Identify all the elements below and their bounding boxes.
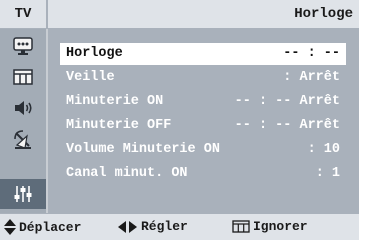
- menu-item-label: Horloge: [66, 46, 123, 61]
- menu-item-minuterie-on[interactable]: Minuterie ON -- : -- Arrêt: [60, 91, 346, 113]
- footer-help-bar: Déplacer Régler Ignorer: [0, 214, 359, 240]
- speaker-icon[interactable]: [0, 93, 46, 123]
- menu-item-value: -- : --: [283, 46, 340, 61]
- menu-item-value: : 10: [307, 142, 340, 157]
- hint-exit-label: Ignorer: [253, 219, 308, 234]
- picture-icon[interactable]: [0, 31, 46, 61]
- source-label: TV: [0, 0, 46, 28]
- hint-exit: Ignorer: [232, 219, 308, 234]
- satellite-antenna-icon[interactable]: [0, 124, 46, 154]
- menu-item-canal-minut-on[interactable]: Canal minut. ON : 1: [60, 163, 346, 185]
- page-title: Horloge: [48, 0, 359, 28]
- menu-item-value: : Arrêt: [283, 70, 340, 85]
- menu-item-veille[interactable]: Veille : Arrêt: [60, 67, 346, 89]
- setup-sliders-icon[interactable]: [0, 179, 46, 209]
- hint-move-label: Déplacer: [19, 219, 82, 235]
- hint-adjust-label: Régler: [141, 219, 188, 234]
- menu-item-volume-minuterie-on[interactable]: Volume Minuterie ON : 10: [60, 139, 346, 161]
- menu-item-value: : 1: [315, 166, 340, 181]
- exit-button-icon: [232, 220, 250, 233]
- menu-item-horloge[interactable]: Horloge -- : --: [60, 43, 346, 65]
- left-right-arrows-icon: [118, 220, 137, 233]
- menu-item-label: Veille: [66, 70, 115, 85]
- hint-move: Déplacer: [4, 219, 81, 235]
- sound-bars-icon[interactable]: [0, 62, 46, 92]
- osd-menu: TV Horloge Horloge --: -- Veille: Arrê…: [0, 0, 359, 240]
- menu-item-label: Canal minut. ON: [66, 166, 188, 181]
- menu-item-value: -- : -- Arrêt: [234, 118, 340, 133]
- menu-list: Horloge -- : -- Veille : Arrêt Minuterie…: [48, 29, 359, 213]
- hint-adjust: Régler: [118, 219, 188, 234]
- menu-item-label: Minuterie ON: [66, 94, 164, 109]
- menu-item-label: Volume Minuterie ON: [66, 142, 220, 157]
- sidebar: [0, 29, 48, 213]
- menu-item-value: -- : -- Arrêt: [234, 94, 340, 109]
- menu-item-minuterie-off[interactable]: Minuterie OFF -- : -- Arrêt: [60, 115, 346, 137]
- up-down-arrows-icon: [4, 219, 16, 235]
- menu-item-label: Minuterie OFF: [66, 118, 172, 133]
